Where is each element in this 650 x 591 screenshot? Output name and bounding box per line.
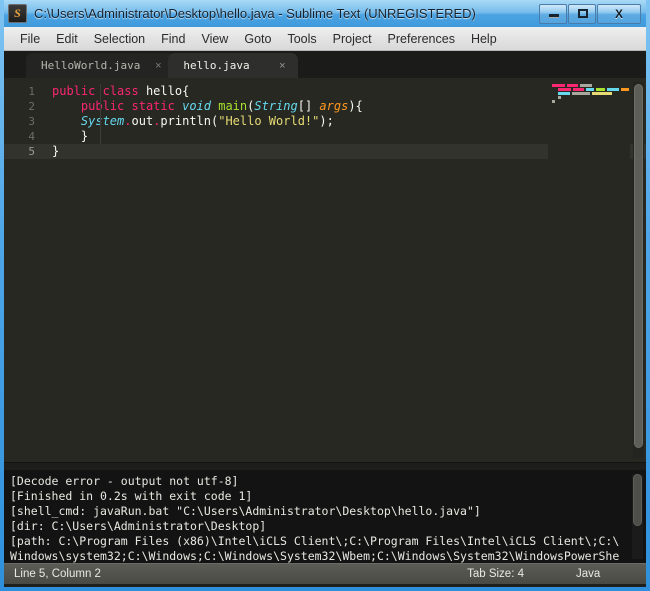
menu-item-help[interactable]: Help	[463, 30, 505, 48]
minimize-icon	[549, 13, 559, 18]
sublime-text-window: S C:\Users\Administrator\Desktop\hello.j…	[0, 0, 650, 591]
window-frame: S C:\Users\Administrator\Desktop\hello.j…	[0, 0, 650, 591]
panel-splitter[interactable]	[4, 462, 646, 470]
editor-vertical-scrollbar[interactable]	[633, 82, 644, 458]
cursor-position-status[interactable]: Line 5, Column 2	[14, 568, 101, 580]
tab-bar: HelloWorld.java × hello.java ×	[4, 51, 646, 78]
minimap-row	[548, 84, 630, 87]
code-editor[interactable]: 1 2 3 4 5 public class hello{ public sta…	[4, 78, 646, 462]
menu-item-preferences[interactable]: Preferences	[380, 30, 463, 48]
line-number-gutter: 1 2 3 4 5	[4, 78, 44, 462]
status-bar: Line 5, Column 2 Tab Size: 4 Java	[4, 563, 646, 584]
menu-item-goto[interactable]: Goto	[236, 30, 279, 48]
menu-item-file[interactable]: File	[12, 30, 48, 48]
tab-label: HelloWorld.java	[41, 59, 141, 72]
menu-item-edit[interactable]: Edit	[48, 30, 86, 48]
console-vertical-scrollbar[interactable]	[632, 474, 643, 559]
maximize-button[interactable]	[568, 3, 596, 24]
menu-item-tools[interactable]: Tools	[279, 30, 324, 48]
console-line: [Decode error - output not utf-8]	[10, 474, 239, 488]
window-controls: X	[539, 3, 646, 24]
tab-size-status[interactable]: Tab Size: 4	[467, 568, 524, 580]
minimize-button[interactable]	[539, 3, 567, 24]
maximize-icon	[578, 8, 588, 18]
line-number: 4	[28, 130, 35, 143]
console-line: [dir: C:\Users\Administrator\Desktop]	[10, 519, 267, 533]
close-icon[interactable]: ×	[276, 60, 288, 72]
tab-hello-java[interactable]: hello.java ×	[168, 53, 299, 78]
close-button[interactable]: X	[597, 3, 641, 24]
console-line: [shell_cmd: javaRun.bat "C:\Users\Admini…	[10, 504, 481, 518]
line-number: 2	[28, 100, 35, 113]
menu-item-project[interactable]: Project	[325, 30, 380, 48]
close-icon: X	[614, 6, 623, 21]
sublime-text-icon: S	[8, 4, 27, 23]
title-bar[interactable]: S C:\Users\Administrator\Desktop\hello.j…	[4, 0, 646, 27]
window-title: C:\Users\Administrator\Desktop\hello.jav…	[34, 6, 476, 21]
menu-item-view[interactable]: View	[193, 30, 236, 48]
minimap-row	[548, 100, 630, 103]
minimap-row	[548, 88, 630, 91]
minimap[interactable]	[548, 78, 630, 462]
close-icon[interactable]: ×	[152, 60, 164, 72]
console-line: [Finished in 0.2s with exit code 1]	[10, 489, 253, 503]
minimap-row	[548, 92, 630, 95]
console-line: Windows\system32;C:\Windows;C:\Windows\S…	[10, 549, 620, 563]
client-area: File Edit Selection Find View Goto Tools…	[4, 27, 646, 587]
tab-helloworld-java[interactable]: HelloWorld.java ×	[26, 53, 175, 78]
menu-bar: File Edit Selection Find View Goto Tools…	[4, 27, 646, 51]
build-output-panel[interactable]: [Decode error - output not utf-8] [Finis…	[4, 470, 646, 563]
scrollbar-thumb[interactable]	[634, 84, 643, 448]
console-line: [path: C:\Program Files (x86)\Intel\iCLS…	[10, 534, 620, 548]
line-number-current: 5	[4, 144, 44, 159]
menu-item-selection[interactable]: Selection	[86, 30, 153, 48]
line-number: 1	[28, 85, 35, 98]
tab-label: hello.java	[183, 59, 250, 72]
minimap-row	[548, 96, 630, 99]
scrollbar-thumb[interactable]	[633, 474, 642, 526]
indent-guide	[100, 84, 101, 144]
line-number: 3	[28, 115, 35, 128]
language-status[interactable]: Java	[576, 568, 636, 580]
menu-item-find[interactable]: Find	[153, 30, 193, 48]
